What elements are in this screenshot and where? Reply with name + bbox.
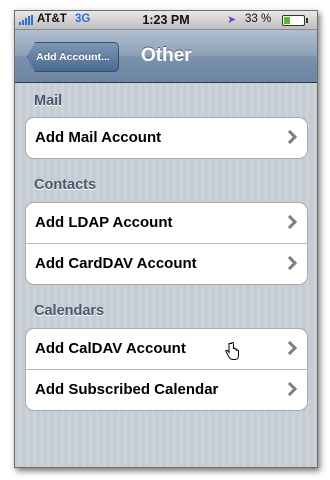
- battery-percent: 33 %: [245, 13, 272, 25]
- add-subscribed-calendar-row[interactable]: Add Subscribed Calendar: [26, 370, 307, 410]
- battery-icon: [282, 15, 308, 26]
- add-mail-account-row[interactable]: Add Mail Account: [26, 118, 307, 158]
- calendars-group: Add CalDAV Account Add Subscribed Calend…: [25, 328, 308, 411]
- chevron-right-icon: [282, 214, 298, 230]
- chevron-right-icon: [282, 255, 298, 271]
- battery-fill: [284, 17, 291, 24]
- row-label: Add Mail Account: [35, 129, 162, 146]
- row-label: Add LDAP Account: [35, 214, 173, 231]
- add-caldav-account-row[interactable]: Add CalDAV Account: [26, 329, 307, 370]
- phone-screen: AT&T 3G 1:23 PM ➤ 33 % Add Account... Ot…: [14, 10, 318, 468]
- page-title: Other: [141, 45, 192, 66]
- add-carddav-account-row[interactable]: Add CardDAV Account: [26, 244, 307, 284]
- nav-bar: Add Account... Other: [15, 30, 317, 83]
- status-time: 1:23 PM: [142, 13, 190, 27]
- section-header-contacts: Contacts: [34, 177, 97, 193]
- back-button[interactable]: Add Account...: [27, 42, 119, 72]
- hand-pointer-icon: [225, 342, 239, 360]
- row-label: Add CalDAV Account: [35, 340, 186, 357]
- chevron-right-icon: [282, 129, 298, 145]
- row-label: Add Subscribed Calendar: [35, 381, 219, 398]
- row-label: Add CardDAV Account: [35, 255, 197, 272]
- chevron-right-icon: [282, 381, 298, 397]
- mail-group: Add Mail Account: [25, 117, 308, 159]
- status-bar: AT&T 3G 1:23 PM ➤ 33 %: [15, 11, 317, 30]
- contacts-group: Add LDAP Account Add CardDAV Account: [25, 202, 308, 285]
- section-header-calendars: Calendars: [34, 303, 105, 319]
- section-header-mail: Mail: [34, 93, 63, 109]
- add-ldap-account-row[interactable]: Add LDAP Account: [26, 203, 307, 244]
- location-icon: ➤: [227, 14, 237, 26]
- chevron-right-icon: [282, 340, 298, 356]
